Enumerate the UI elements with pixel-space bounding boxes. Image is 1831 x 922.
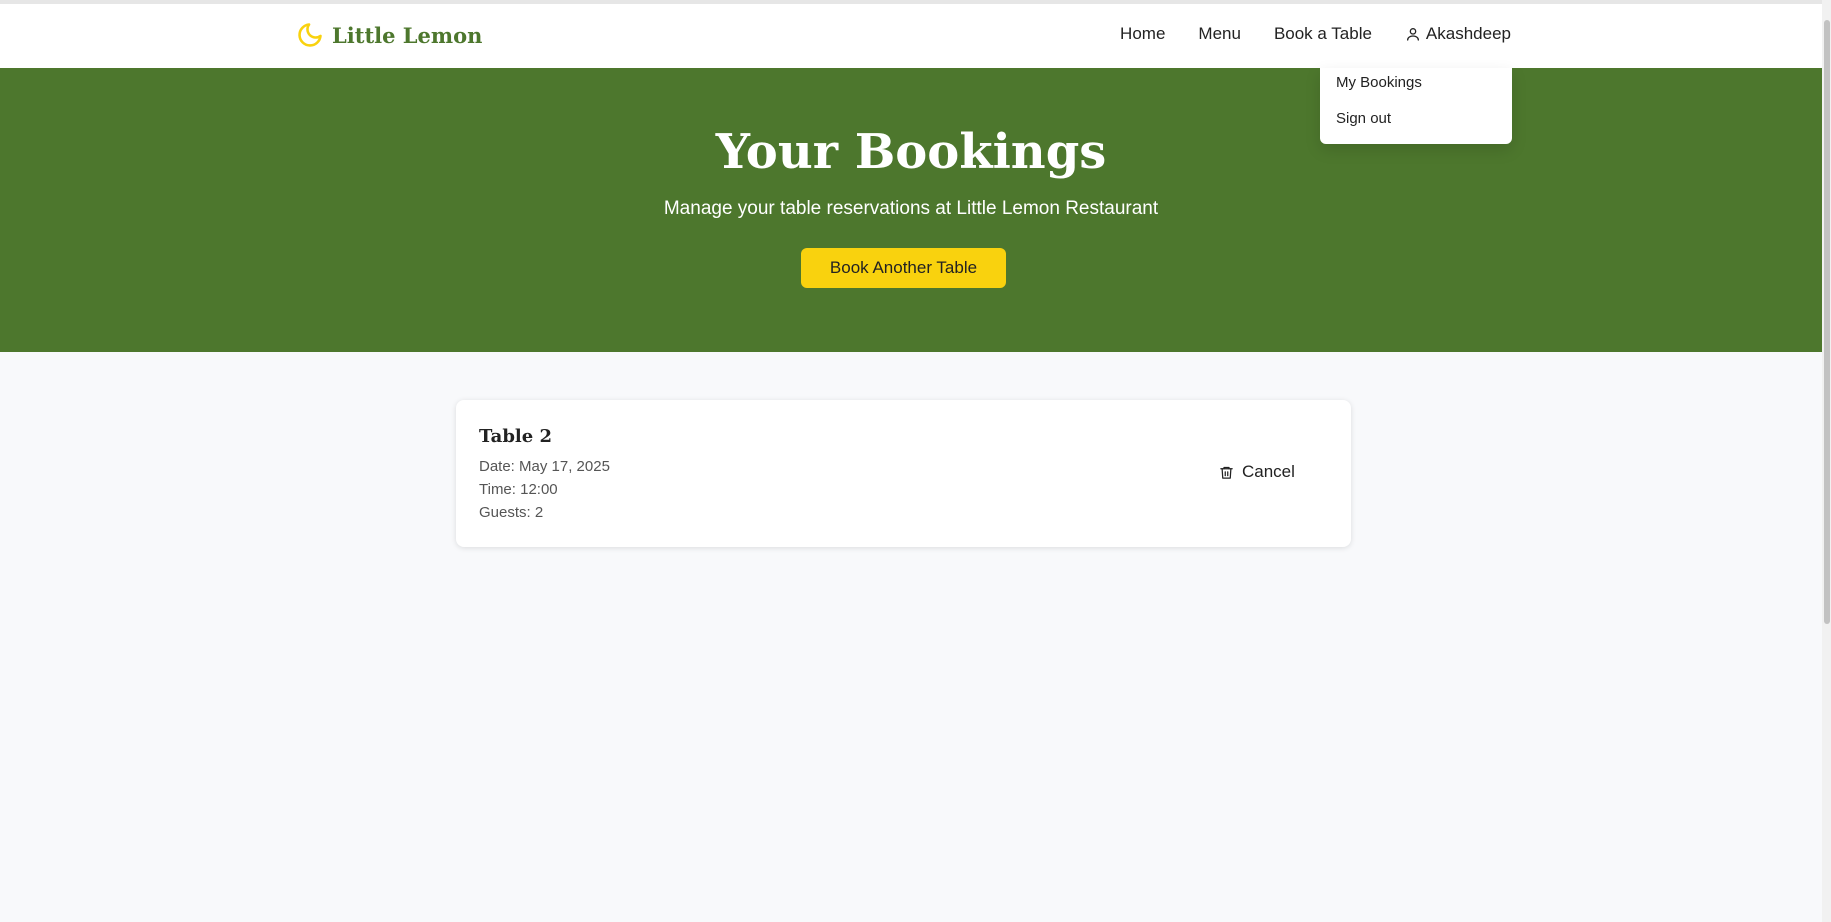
moon-icon <box>296 21 324 49</box>
nav-link-menu[interactable]: Menu <box>1198 24 1241 44</box>
user-menu-toggle[interactable]: Akashdeep <box>1405 24 1511 44</box>
user-icon <box>1405 26 1421 42</box>
menu-item-my-bookings[interactable]: My Bookings <box>1336 74 1422 91</box>
nav-link-book-a-table[interactable]: Book a Table <box>1274 24 1372 44</box>
user-dropdown-menu: My Bookings Sign out <box>1320 68 1512 144</box>
nav-link-home[interactable]: Home <box>1120 24 1165 44</box>
page-subtitle: Manage your table reservations at Little… <box>663 198 1159 219</box>
cancel-label: Cancel <box>1242 462 1295 481</box>
booking-date: Date: May 17, 2025 <box>479 458 610 475</box>
cancel-booking-button[interactable]: Cancel <box>1219 462 1295 482</box>
trash-icon <box>1219 465 1234 480</box>
brand-logo[interactable]: Little Lemon <box>296 21 482 49</box>
user-name: Akashdeep <box>1425 24 1511 43</box>
hero-section: Your Bookings Manage your table reservat… <box>0 68 1822 352</box>
booking-card: Table 2 Date: May 17, 2025 Time: 12:00 G… <box>456 400 1351 547</box>
booking-table-title: Table 2 <box>479 426 553 447</box>
booking-guests: Guests: 2 <box>479 504 544 521</box>
page-title: Your Bookings <box>715 124 1107 180</box>
navbar: Little Lemon Home Menu Book a Table Akas… <box>0 4 1822 69</box>
menu-item-sign-out[interactable]: Sign out <box>1336 110 1391 127</box>
brand-name: Little Lemon <box>332 22 483 48</box>
nav-links: Home Menu Book a Table Akashdeep <box>1120 24 1511 44</box>
book-another-table-button[interactable]: Book Another Table <box>801 248 1006 288</box>
scrollbar-thumb[interactable] <box>1824 20 1830 624</box>
booking-time: Time: 12:00 <box>479 481 558 498</box>
